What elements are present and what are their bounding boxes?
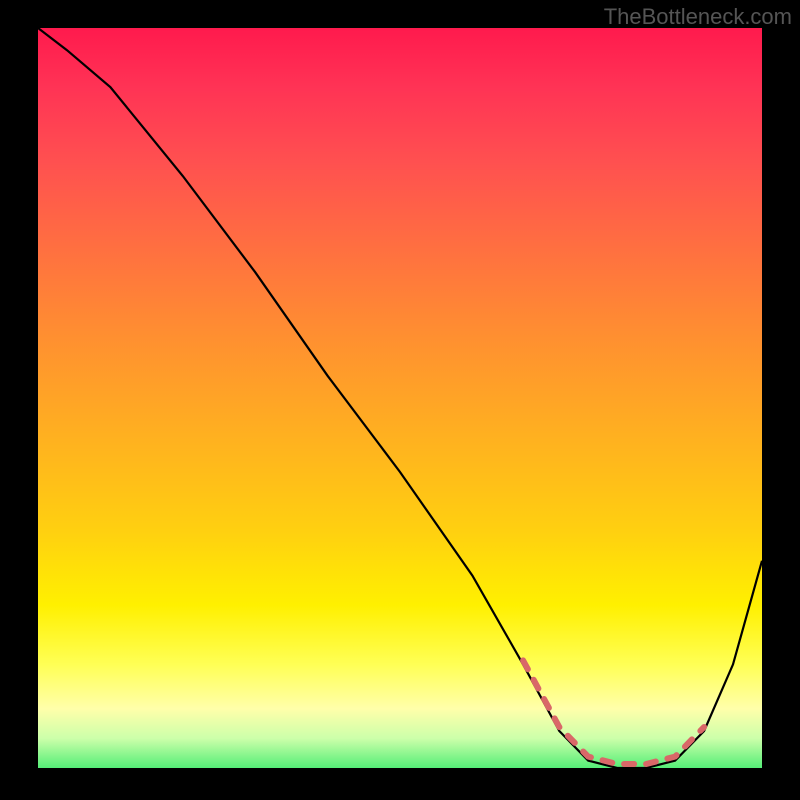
- watermark-text: TheBottleneck.com: [604, 4, 792, 30]
- chart-svg: [38, 28, 762, 768]
- chart-plot-area: [38, 28, 762, 768]
- bottleneck-curve-line: [38, 28, 762, 768]
